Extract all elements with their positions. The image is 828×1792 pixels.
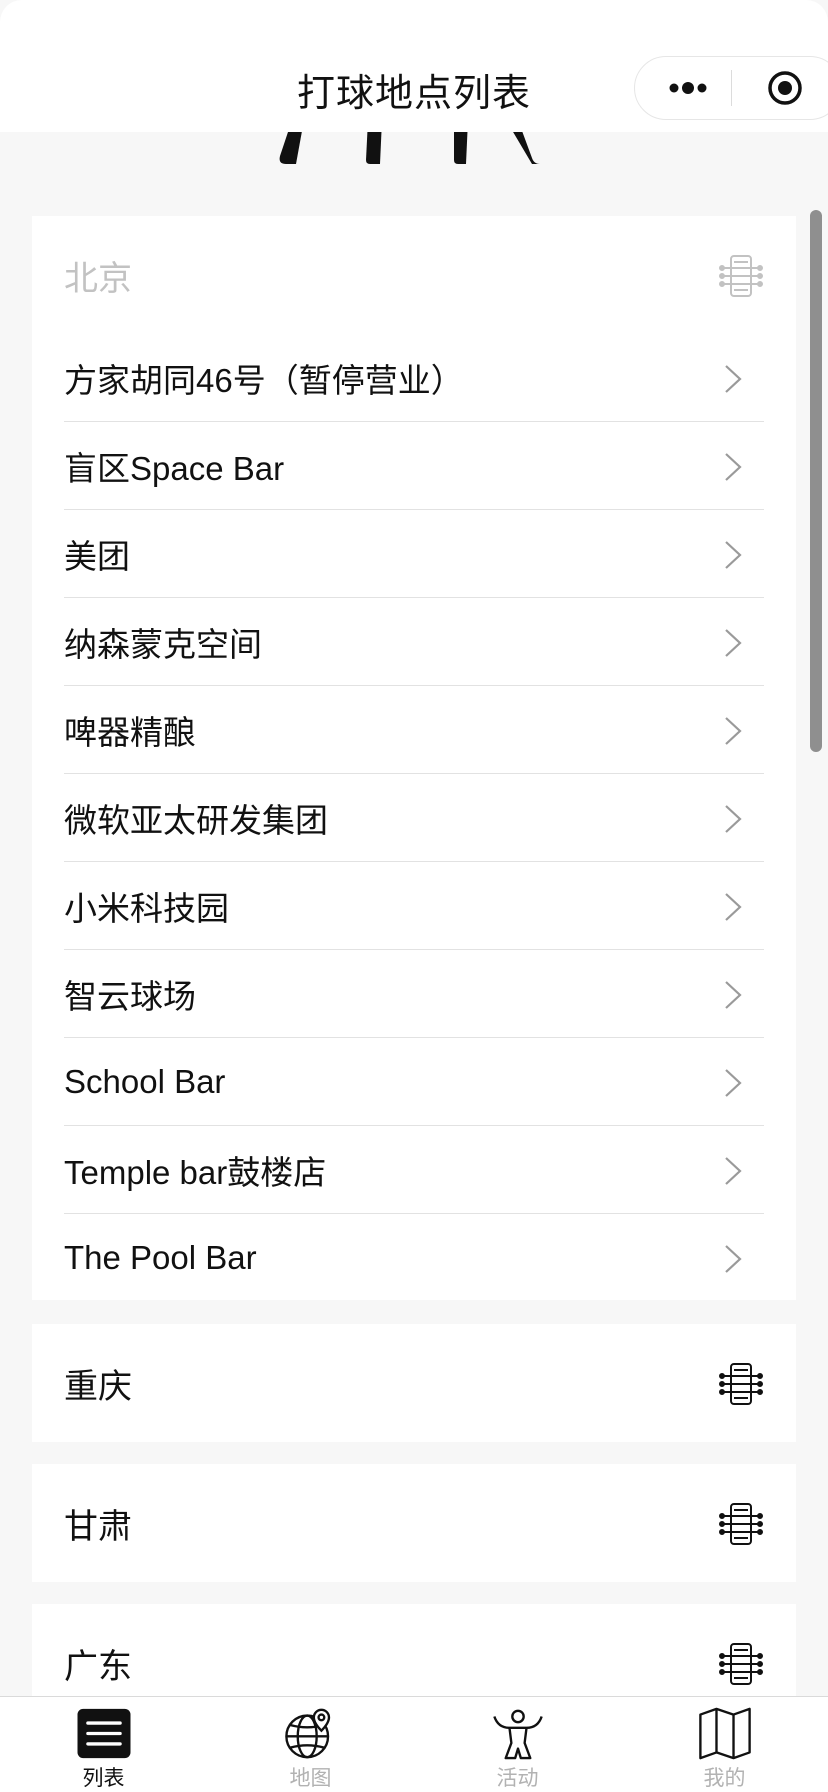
location-name: 微软亚太研发集团 xyxy=(64,801,328,839)
group-header-chongqing[interactable]: 重庆 xyxy=(32,1324,796,1442)
list-item[interactable]: 美团 xyxy=(64,510,764,598)
location-list: 方家胡同46号（暂停营业） 盲区Space Bar 美团 纳森蒙克空间 啤器精酿… xyxy=(32,334,796,1302)
tab-label: 我的 xyxy=(703,1767,746,1790)
chevron-right-icon xyxy=(725,453,742,481)
list-item[interactable]: 盲区Space Bar xyxy=(64,422,764,510)
group-card-chongqing: 重庆 xyxy=(32,1324,796,1442)
list-item[interactable]: Temple bar鼓楼店 xyxy=(64,1126,764,1214)
list-item[interactable]: 微软亚太研发集团 xyxy=(64,774,764,862)
group-card-gansu: 甘肃 xyxy=(32,1464,796,1582)
location-name: 智云球场 xyxy=(64,977,196,1015)
chevron-right-icon xyxy=(725,365,742,393)
group-label: 甘肃 xyxy=(64,1507,132,1546)
tab-activity[interactable]: 活动 xyxy=(414,1697,621,1792)
scrollbar[interactable] xyxy=(810,210,822,752)
group-header-gansu[interactable]: 甘肃 xyxy=(32,1464,796,1582)
chevron-right-icon xyxy=(725,1069,742,1097)
capsule-divider xyxy=(731,70,732,106)
location-name: 啤器精酿 xyxy=(64,713,196,751)
foosball-table-icon xyxy=(719,1363,763,1405)
globe-pin-icon xyxy=(284,1708,330,1759)
location-name: 美团 xyxy=(64,537,130,575)
group-label: 重庆 xyxy=(64,1367,132,1406)
chevron-right-icon xyxy=(725,629,742,657)
list-icon xyxy=(77,1708,130,1759)
chevron-right-icon xyxy=(725,717,742,745)
person-cheering-icon xyxy=(492,1709,543,1760)
close-button[interactable] xyxy=(742,57,828,119)
list-item[interactable]: 方家胡同46号（暂停营业） xyxy=(64,334,764,422)
chevron-right-icon xyxy=(725,1245,742,1273)
location-name: Temple bar鼓楼店 xyxy=(64,1153,327,1191)
chevron-right-icon xyxy=(725,805,742,833)
group-label: 北京 xyxy=(64,259,132,298)
chevron-right-icon xyxy=(725,1157,742,1185)
group-header-beijing[interactable]: 北京 xyxy=(32,216,796,334)
tab-label: 活动 xyxy=(496,1767,539,1790)
location-name: 小米科技园 xyxy=(64,889,229,927)
nav-bar: 打球地点列表 xyxy=(0,0,828,132)
list-item[interactable]: 小米科技园 xyxy=(64,862,764,950)
chevron-right-icon xyxy=(725,893,742,921)
location-name: The Pool Bar xyxy=(64,1239,257,1276)
more-button[interactable] xyxy=(645,57,731,119)
chevron-right-icon xyxy=(725,981,742,1009)
group-label: 广东 xyxy=(64,1647,132,1686)
folded-map-icon xyxy=(698,1707,751,1760)
list-item[interactable]: The Pool Bar xyxy=(64,1214,764,1302)
location-name: 方家胡同46号（暂停营业） xyxy=(64,361,464,399)
list-item[interactable]: 纳森蒙克空间 xyxy=(64,598,764,686)
foosball-table-icon xyxy=(719,1643,763,1685)
tab-mine[interactable]: 我的 xyxy=(621,1697,828,1792)
mini-program-capsule xyxy=(634,56,828,120)
group-card-beijing: 北京 方家胡同46号（暂停营业） 盲区Space Bar 美团 纳森蒙克空间 啤… xyxy=(32,216,796,1300)
foosball-table-icon xyxy=(719,1503,763,1545)
tab-map[interactable]: 地图 xyxy=(207,1697,414,1792)
list-item[interactable]: School Bar xyxy=(64,1038,764,1126)
location-name: 盲区Space Bar xyxy=(64,449,285,487)
location-name: School Bar xyxy=(64,1062,226,1100)
target-close-icon xyxy=(768,71,802,105)
tab-list[interactable]: 列表 xyxy=(0,1697,207,1792)
more-dots-icon xyxy=(669,82,707,94)
list-item[interactable]: 啤器精酿 xyxy=(64,686,764,774)
tab-label: 地图 xyxy=(289,1767,332,1790)
list-item[interactable]: 智云球场 xyxy=(64,950,764,1038)
foosball-table-icon xyxy=(719,255,763,297)
tab-label: 列表 xyxy=(82,1767,125,1790)
location-name: 纳森蒙克空间 xyxy=(64,625,262,663)
tab-bar: 列表 地图 活动 我的 xyxy=(0,1696,828,1792)
chevron-right-icon xyxy=(725,541,742,569)
